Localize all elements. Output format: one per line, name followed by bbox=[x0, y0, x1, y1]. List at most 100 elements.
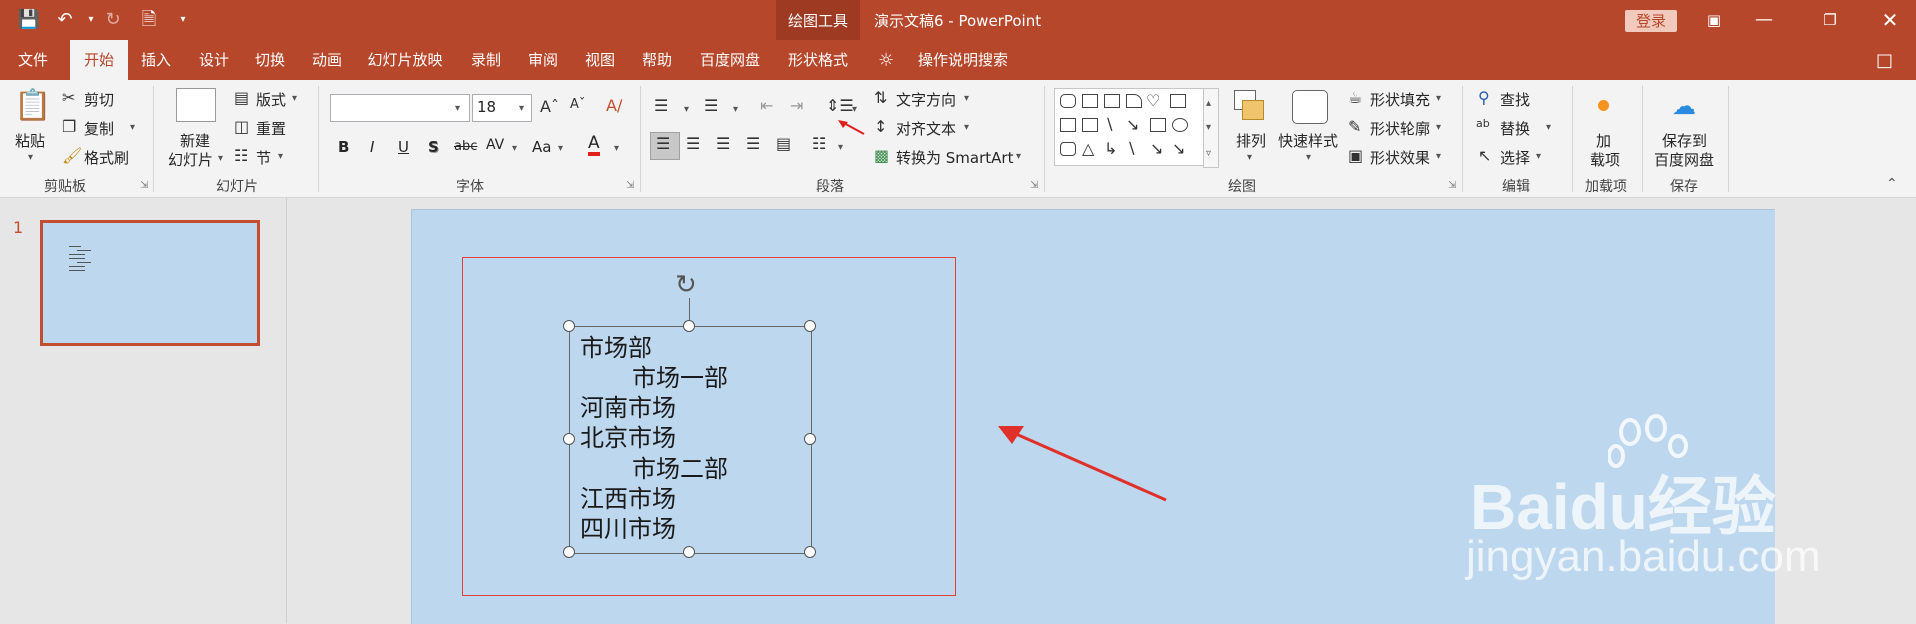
cut-icon[interactable]: ✂ bbox=[62, 88, 75, 107]
tab-shape-format[interactable]: 形状格式 bbox=[776, 40, 860, 80]
font-launcher-icon[interactable]: ⇲ bbox=[626, 180, 636, 191]
tab-home[interactable]: 开始 bbox=[70, 40, 128, 80]
find-button[interactable]: 查找 bbox=[1500, 89, 1530, 110]
select-button[interactable]: 选择 bbox=[1500, 147, 1530, 168]
numbering-dropdown-icon[interactable]: ▾ bbox=[733, 104, 738, 115]
reset-button[interactable]: 重置 bbox=[256, 118, 286, 139]
slide-thumbnail[interactable] bbox=[40, 220, 260, 346]
arrange-button[interactable]: 排列 bbox=[1236, 130, 1266, 151]
tell-me-search[interactable]: 操作说明搜索 bbox=[908, 40, 1018, 80]
reset-icon[interactable]: ◫ bbox=[234, 117, 249, 136]
columns-icon[interactable]: ☷ bbox=[812, 134, 826, 153]
tab-review[interactable]: 审阅 bbox=[519, 40, 567, 80]
resize-handle-bottom-left[interactable] bbox=[563, 546, 575, 558]
line-spacing-dropdown-icon[interactable]: ▾ bbox=[852, 104, 857, 115]
layout-dropdown-icon[interactable]: ▾ bbox=[292, 93, 297, 104]
tab-baidu-netdisk[interactable]: 百度网盘 bbox=[690, 40, 770, 80]
layout-button[interactable]: 版式 bbox=[256, 89, 286, 110]
char-spacing-dropdown-icon[interactable]: ▾ bbox=[512, 143, 517, 154]
align-center-icon[interactable]: ☰ bbox=[686, 134, 700, 153]
close-icon[interactable]: ✕ bbox=[1872, 6, 1908, 34]
tab-design[interactable]: 设计 bbox=[190, 40, 238, 80]
increase-font-icon[interactable]: Aˆ bbox=[540, 97, 559, 116]
font-color-dropdown-icon[interactable]: ▾ bbox=[614, 143, 619, 154]
snip-rect-shape-icon[interactable] bbox=[1104, 94, 1120, 108]
columns-dropdown-icon[interactable]: ▾ bbox=[838, 142, 843, 153]
italic-button[interactable]: I bbox=[370, 138, 374, 156]
triangle-shape-icon[interactable]: △ bbox=[1082, 139, 1094, 158]
resize-handle-top-right[interactable] bbox=[804, 320, 816, 332]
line-shape-icon[interactable]: ∖ bbox=[1104, 115, 1114, 134]
textbox-line[interactable]: 市场一部 bbox=[632, 363, 728, 393]
arrow-shape-icon[interactable]: ↘ bbox=[1150, 139, 1163, 158]
replace-button[interactable]: 替换 bbox=[1500, 118, 1530, 139]
rounded-rect-shape-icon-2[interactable] bbox=[1060, 142, 1076, 156]
strikethrough-button[interactable]: abc bbox=[454, 139, 477, 154]
tab-record[interactable]: 录制 bbox=[462, 40, 510, 80]
section-dropdown-icon[interactable]: ▾ bbox=[278, 151, 283, 162]
copy-dropdown-icon[interactable]: ▾ bbox=[130, 122, 135, 133]
textbox-shape-icon[interactable] bbox=[1060, 118, 1076, 132]
save-to-label-1[interactable]: 保存到 bbox=[1662, 130, 1707, 151]
text-direction-dropdown-icon[interactable]: ▾ bbox=[964, 93, 969, 104]
resize-handle-left[interactable] bbox=[563, 433, 575, 445]
elbow-connector-shape-icon[interactable]: ↳ bbox=[1104, 139, 1117, 158]
resize-handle-bottom-right[interactable] bbox=[804, 546, 816, 558]
clear-formatting-icon[interactable]: A∕ bbox=[606, 96, 622, 115]
numbering-icon[interactable]: ☰ bbox=[704, 96, 718, 115]
diagonal-line-shape-icon[interactable]: ∖ bbox=[1126, 139, 1136, 158]
select-dropdown-icon[interactable]: ▾ bbox=[1536, 151, 1541, 162]
shape-effects-icon[interactable]: ▣ bbox=[1348, 146, 1363, 165]
oval-shape-icon[interactable] bbox=[1172, 118, 1188, 132]
bullets-icon[interactable]: ☰ bbox=[654, 96, 668, 115]
double-arrow-shape-icon[interactable]: ↘ bbox=[1172, 139, 1185, 158]
shape-effects-button[interactable]: 形状效果 bbox=[1370, 147, 1430, 168]
align-right-icon[interactable]: ☰ bbox=[716, 134, 730, 153]
font-size-dropdown-icon[interactable]: ▾ bbox=[519, 103, 524, 114]
tab-animations[interactable]: 动画 bbox=[303, 40, 351, 80]
bullets-dropdown-icon[interactable]: ▾ bbox=[684, 104, 689, 115]
gallery-more-icon[interactable]: ▿ bbox=[1206, 148, 1211, 159]
distributed-icon[interactable]: ▤ bbox=[776, 134, 791, 153]
decrease-indent-icon[interactable]: ⇤ bbox=[760, 96, 773, 115]
save-to-label-2[interactable]: 百度网盘 bbox=[1654, 149, 1714, 170]
wave-shape-icon[interactable] bbox=[1170, 94, 1186, 108]
vertical-textbox-shape-icon[interactable] bbox=[1082, 118, 1098, 132]
format-painter-button[interactable]: 格式刷 bbox=[84, 147, 129, 168]
clipboard-launcher-icon[interactable]: ⇲ bbox=[140, 180, 150, 191]
undo-icon[interactable]: ↶ bbox=[52, 8, 78, 32]
justify-icon[interactable]: ☰ bbox=[746, 134, 760, 153]
shape-outline-icon[interactable]: ✎ bbox=[1348, 117, 1361, 136]
bold-button[interactable]: B bbox=[338, 138, 349, 156]
smartart-icon[interactable]: ▩ bbox=[874, 146, 889, 165]
text-shadow-button[interactable]: S bbox=[428, 138, 439, 156]
replace-icon[interactable]: ab bbox=[1476, 117, 1490, 130]
paste-icon[interactable]: 📋 bbox=[14, 88, 51, 128]
restore-icon[interactable]: ❐ bbox=[1812, 6, 1848, 34]
paste-button-label[interactable]: 粘贴 bbox=[15, 130, 45, 151]
tab-insert[interactable]: 插入 bbox=[132, 40, 180, 80]
convert-smartart-button[interactable]: 转换为 SmartArt bbox=[896, 147, 1013, 168]
customize-qat-icon[interactable]: ▾ bbox=[170, 8, 196, 32]
format-painter-icon[interactable]: 🖌 bbox=[62, 146, 82, 165]
textbox-line[interactable]: 市场部 bbox=[580, 333, 652, 363]
smartart-dropdown-icon[interactable]: ▾ bbox=[1016, 151, 1021, 162]
find-icon[interactable]: ⚲ bbox=[1478, 88, 1490, 107]
addins-label-2[interactable]: 载项 bbox=[1590, 149, 1620, 170]
tab-help[interactable]: 帮助 bbox=[633, 40, 681, 80]
new-file-icon[interactable]: 🗎 bbox=[136, 8, 162, 32]
font-name-field[interactable] bbox=[330, 94, 470, 122]
text-direction-button[interactable]: 文字方向 bbox=[896, 89, 956, 110]
decrease-font-icon[interactable]: Aˇ bbox=[570, 97, 585, 112]
tab-slideshow[interactable]: 幻灯片放映 bbox=[360, 40, 450, 80]
login-button[interactable]: 登录 bbox=[1625, 10, 1677, 32]
minimize-icon[interactable]: — bbox=[1746, 6, 1782, 34]
addins-icon[interactable] bbox=[1598, 100, 1609, 111]
layout-icon[interactable]: ▤ bbox=[234, 88, 249, 107]
rect-shape-icon-2[interactable] bbox=[1150, 118, 1166, 132]
tab-view[interactable]: 视图 bbox=[576, 40, 624, 80]
shape-outline-button[interactable]: 形状轮廓 bbox=[1370, 118, 1430, 139]
section-icon[interactable]: ☷ bbox=[234, 146, 248, 165]
rect-shape-icon[interactable] bbox=[1082, 94, 1098, 108]
arrow-line-shape-icon[interactable]: ↘ bbox=[1126, 115, 1139, 134]
